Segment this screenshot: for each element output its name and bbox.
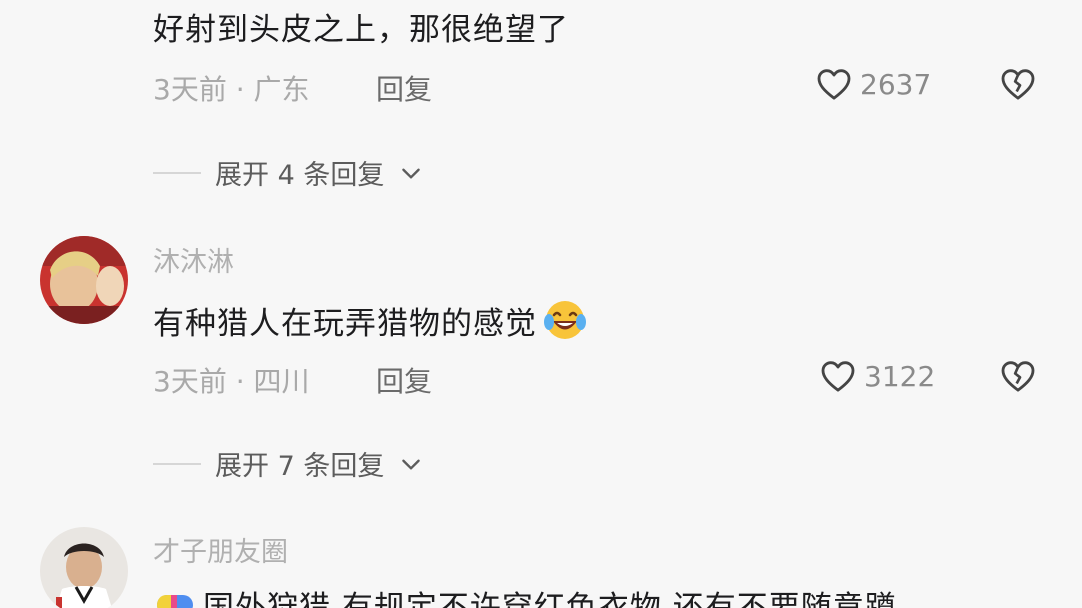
expand-replies-label: 展开 7 条回复 [215,451,385,482]
avatar[interactable] [40,527,128,608]
reply-button[interactable]: 回复 [376,68,432,108]
comment-list: 好射到头皮之上，那很绝望了 3天前 · 广东 回复 2637 展开 4 条回复 … [0,0,1082,608]
username[interactable]: 沐沐淋 [153,240,234,279]
divider-line [153,462,201,465]
broken-heart-icon[interactable] [998,356,1038,396]
comment-meta: 3天前 · 广东 [153,73,310,106]
like-count: 3122 [864,359,936,393]
like-button[interactable]: 2637 [814,64,931,104]
pill-emoji [153,587,197,608]
expand-replies[interactable]: 展开 4 条回复 [153,153,424,192]
comment-text: 国外狩猎 有规定不许穿红色衣物 还有不要随意蹲 [203,590,897,608]
username[interactable]: 才子朋友圈 [153,530,288,569]
chevron-down-icon [398,160,424,186]
like-count: 2637 [860,67,932,101]
reply-button[interactable]: 回复 [376,360,432,400]
heart-outline-icon [818,356,858,396]
expand-replies[interactable]: 展开 7 条回复 [153,444,424,483]
expand-replies-label: 展开 4 条回复 [215,160,385,191]
chevron-down-icon [398,451,424,477]
like-button[interactable]: 3122 [818,356,935,396]
comment-body: 国外狩猎 有规定不许穿红色衣物 还有不要随意蹲 [153,582,897,608]
comment-text: 好射到头皮之上，那很绝望了 [153,12,569,48]
comment-meta: 3天前 · 四川 [153,365,310,398]
laughing-tears-emoji [541,296,589,344]
heart-outline-icon [814,64,854,104]
divider-line [153,171,201,174]
broken-heart-icon[interactable] [998,64,1038,104]
comment-body: 有种猎人在玩弄猎物的感觉 [153,296,589,344]
comment-text: 有种猎人在玩弄猎物的感觉 [153,305,537,342]
avatar[interactable] [40,236,128,324]
